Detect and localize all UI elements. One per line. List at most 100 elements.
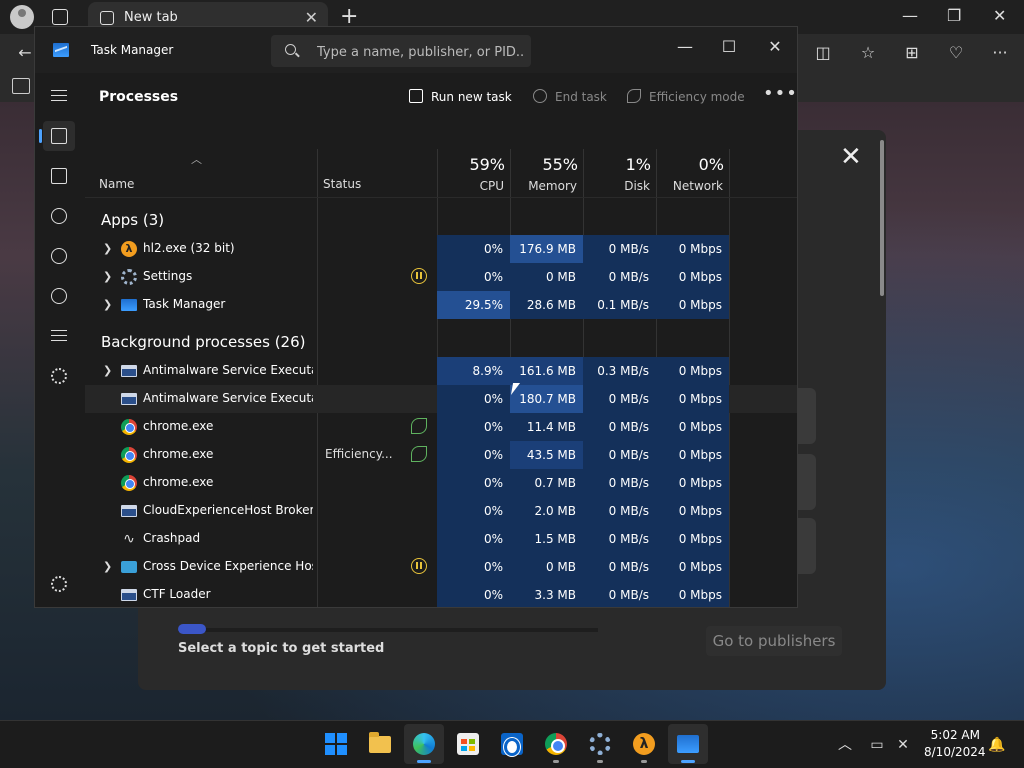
process-row[interactable]: CloudExperienceHost Broker 0% 2.0 MB 0 MB/s… [85, 497, 797, 525]
minimize-icon[interactable]: — [673, 37, 697, 56]
process-row[interactable]: ❯ Task Manager 29.5% 28.6 MB 0.1 MB/s 0 Mbps [85, 291, 797, 319]
more-options-icon[interactable]: ••• [763, 83, 797, 104]
efficiency-leaf-icon [411, 418, 427, 434]
run-new-task-button[interactable]: Run new task [409, 89, 512, 104]
panel-close-icon[interactable]: ✕ [840, 142, 862, 172]
column-header-disk[interactable]: Disk [583, 179, 650, 193]
process-disk-cell: 0 MB/s [583, 469, 656, 497]
process-cpu-cell: 0% [437, 553, 510, 581]
expand-chevron-icon[interactable]: ❯ [103, 560, 112, 573]
settings-and-more-icon[interactable]: ··· [991, 44, 1009, 62]
back-icon[interactable]: ← [16, 44, 34, 62]
nav-processes[interactable] [39, 121, 75, 151]
edge-taskbar-button[interactable] [404, 724, 444, 764]
network-total-percent[interactable]: 0% [656, 155, 724, 174]
volume-muted-icon[interactable]: ✕ [894, 736, 912, 754]
nav-performance[interactable] [43, 161, 75, 191]
cpu-total-percent[interactable]: 59% [437, 155, 505, 174]
topic-card[interactable] [798, 518, 816, 574]
chrome-icon [121, 419, 137, 435]
process-name: chrome.exe [143, 475, 214, 489]
profile-avatar[interactable] [10, 5, 34, 29]
process-row[interactable]: chrome.exe Efficiency... 0% 43.5 MB 0 MB/s 0 … [85, 441, 797, 469]
outlook-taskbar-button[interactable] [492, 724, 532, 764]
clock-time[interactable]: 5:02 AM [924, 728, 980, 742]
process-row[interactable]: ❯ Settings 0% 0 MB 0 MB/s 0 Mbps [85, 263, 797, 291]
split-screen-icon[interactable]: ◫ [814, 44, 832, 62]
hamburger-menu-button[interactable] [43, 81, 75, 111]
chrome-icon [545, 733, 567, 755]
task-manager-taskbar-button[interactable] [668, 724, 708, 764]
efficiency-mode-button[interactable]: Efficiency mode [627, 89, 745, 104]
process-network-cell: 0 Mbps [656, 263, 729, 291]
close-window-icon[interactable]: ✕ [993, 6, 1006, 25]
collections-icon[interactable]: ⊞ [903, 44, 921, 62]
edge-icon [413, 733, 435, 755]
chrome-taskbar-button[interactable] [536, 724, 576, 764]
browser-essentials-icon[interactable]: ♡ [947, 44, 965, 62]
nav-app-history[interactable] [43, 201, 75, 231]
process-name: chrome.exe [143, 419, 214, 433]
processes-page: Processes Run new task End task Efficien… [85, 73, 797, 607]
store-taskbar-button[interactable] [448, 724, 488, 764]
column-header-name[interactable]: Name [99, 177, 134, 191]
close-tab-icon[interactable]: ✕ [305, 8, 318, 27]
disk-total-percent[interactable]: 1% [583, 155, 651, 174]
settings-taskbar-button[interactable] [580, 724, 620, 764]
start-button[interactable] [316, 724, 356, 764]
process-cpu-cell: 29.5% [437, 291, 510, 319]
nav-users[interactable] [43, 281, 75, 311]
process-row[interactable]: chrome.exe 0% 0.7 MB 0 MB/s 0 Mbps [85, 469, 797, 497]
store-icon [457, 733, 479, 755]
close-icon[interactable]: ✕ [763, 37, 787, 56]
network-icon[interactable]: ▭ [868, 736, 886, 754]
performance-icon [51, 168, 67, 184]
process-row[interactable]: ❯ Cross Device Experience Host 0% 0 MB 0 MB/… [85, 553, 797, 581]
nav-startup-apps[interactable] [43, 241, 75, 271]
search-input[interactable] [317, 43, 523, 61]
column-header-network[interactable]: Network [656, 179, 723, 193]
topic-card[interactable] [798, 454, 816, 510]
topic-card[interactable] [798, 388, 816, 444]
users-icon [51, 288, 67, 304]
nav-services[interactable] [43, 361, 75, 391]
end-task-button[interactable]: End task [533, 89, 607, 104]
nav-details[interactable] [43, 321, 75, 351]
column-header-status[interactable]: Status [323, 177, 361, 191]
process-row[interactable]: ❯ Antimalware Service Executable 8.9%161.6… [85, 357, 797, 385]
go-to-publishers-button[interactable]: Go to publishers [706, 626, 842, 656]
process-row[interactable]: chrome.exe 0% 11.4 MB 0 MB/s 0 Mbps [85, 413, 797, 441]
panel-scrollbar[interactable] [880, 140, 884, 296]
group-header-background: Background processes (26) [101, 333, 306, 351]
notifications-bell-icon[interactable]: 🔔 [988, 736, 1006, 754]
process-row[interactable]: ❯ λ hl2.exe (32 bit) 0% 176.9 MB 0 MB/s 0 Mbps [85, 235, 797, 263]
column-header-memory[interactable]: Memory [510, 179, 577, 193]
process-network-cell: 0 Mbps [656, 235, 729, 263]
restore-icon[interactable]: ❐ [947, 6, 961, 25]
process-row[interactable]: ∿ Crashpad 0% 1.5 MB 0 MB/s 0 Mbps [85, 525, 797, 553]
expand-chevron-icon[interactable]: ❯ [103, 270, 112, 283]
maximize-icon[interactable]: ☐ [717, 37, 741, 56]
nav-settings[interactable] [43, 569, 75, 599]
process-cpu-cell: 8.9% [437, 357, 510, 385]
half-life-taskbar-button[interactable]: λ [624, 724, 664, 764]
favorites-folder-icon[interactable] [12, 78, 30, 94]
process-cpu-cell: 0% [437, 235, 510, 263]
expand-chevron-icon[interactable]: ❯ [103, 364, 112, 377]
memory-total-percent[interactable]: 55% [510, 155, 578, 174]
expand-chevron-icon[interactable]: ❯ [103, 298, 112, 311]
file-explorer-button[interactable] [360, 724, 400, 764]
process-row[interactable]: CTF Loader 0% 3.3 MB 0 MB/s 0 Mbps [85, 581, 797, 607]
clock-date[interactable]: 8/10/2024 [924, 745, 986, 759]
minimize-icon[interactable]: — [902, 6, 918, 25]
tab-actions-icon[interactable] [52, 9, 68, 25]
process-row[interactable]: Antimalware Service Executabl... 0%180.7 … [85, 385, 797, 413]
column-header-cpu[interactable]: CPU [437, 179, 504, 193]
process-search-box[interactable] [271, 35, 531, 67]
expand-chevron-icon[interactable]: ❯ [103, 242, 112, 255]
show-hidden-icons-chevron-icon[interactable]: ︿ [836, 736, 854, 754]
process-cpu-cell: 0% [437, 413, 510, 441]
navigation-rail [35, 73, 81, 607]
favorites-icon[interactable]: ☆ [859, 44, 877, 62]
window-title: Task Manager [91, 43, 174, 57]
